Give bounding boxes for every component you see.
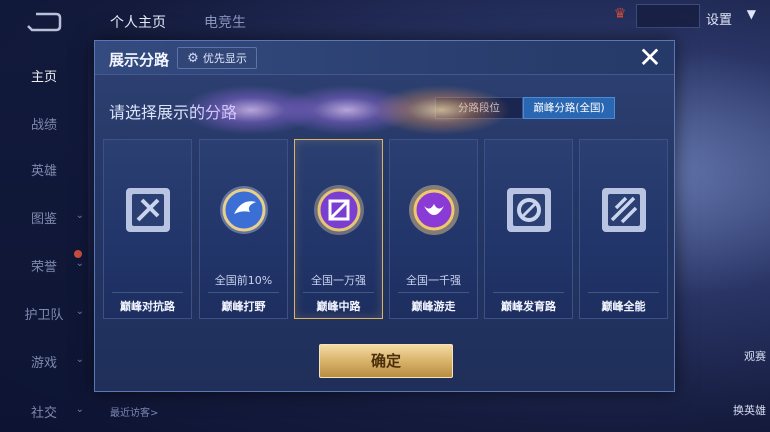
badge-glow bbox=[277, 85, 417, 135]
sidebar-item-games[interactable]: 游戏 ⌄ bbox=[0, 352, 88, 371]
lane-card-all-round[interactable]: 巅峰全能 bbox=[579, 139, 668, 319]
dialog-header: 展示分路 ⚙ 优先显示 ✕ bbox=[95, 41, 674, 75]
lane-card-label: 巅峰发育路 bbox=[501, 300, 556, 313]
settings-button[interactable]: 设置 bbox=[706, 9, 732, 28]
dialog-subtitle: 请选择展示的分路 bbox=[109, 103, 238, 122]
change-hero-button[interactable]: 换英雄 bbox=[733, 402, 766, 418]
sidebar-item-home[interactable]: 主页 bbox=[0, 66, 88, 85]
lane-card-label: 巅峰全能 bbox=[601, 300, 646, 313]
dialog-title: 展示分路 bbox=[109, 51, 170, 69]
sidebar-item-heroes[interactable]: 英雄 bbox=[0, 160, 88, 179]
rank-emblem-icon: ♛ bbox=[613, 6, 627, 22]
chevron-down-icon: ⌄ bbox=[75, 306, 84, 317]
divider bbox=[588, 292, 659, 293]
priority-display-button[interactable]: ⚙ 优先显示 bbox=[177, 47, 257, 69]
currency-box bbox=[636, 4, 700, 28]
lane-card-farm[interactable]: 巅峰发育路 bbox=[484, 139, 573, 319]
chevron-down-icon: ⌄ bbox=[75, 258, 84, 269]
divider bbox=[493, 292, 564, 293]
lane-card-mid[interactable]: 全国一万强 巅峰中路 bbox=[294, 139, 383, 319]
lane-card-rank-text: 全国前10% bbox=[214, 274, 273, 287]
divider bbox=[112, 292, 183, 293]
recent-visitors-link[interactable]: 最近访客> bbox=[110, 404, 158, 419]
sidebar-item-social[interactable]: 社交 ⌄ bbox=[0, 402, 88, 421]
lane-display-dialog: 展示分路 ⚙ 优先显示 ✕ 请选择展示的分路 分路段位 巅峰分路(全国) 巅峰对… bbox=[94, 40, 675, 392]
segment-lane-rank[interactable]: 分路段位 bbox=[435, 97, 523, 119]
sidebar: 主页 战绩 英雄 图鉴 ⌄ 荣誉 ⌄ 护卫队 ⌄ 游戏 ⌄ 社交 ⌄ bbox=[0, 0, 88, 432]
lane-card-rank-text: 全国一千强 bbox=[406, 274, 461, 287]
sidebar-item-guard[interactable]: 护卫队 ⌄ bbox=[0, 304, 88, 323]
priority-display-label: 优先显示 bbox=[202, 52, 247, 65]
tab-esports[interactable]: 电竞生 bbox=[204, 12, 246, 32]
chevron-down-icon: ⌄ bbox=[75, 354, 84, 365]
notification-dot bbox=[74, 250, 82, 258]
sidebar-item-honor[interactable]: 荣誉 ⌄ bbox=[0, 250, 88, 275]
divider bbox=[303, 292, 374, 293]
all-round-icon bbox=[602, 188, 646, 232]
clash-lane-icon bbox=[126, 188, 170, 232]
divider bbox=[398, 292, 469, 293]
lane-card-label: 巅峰中路 bbox=[316, 300, 361, 313]
mid-lane-badge-icon bbox=[314, 185, 364, 235]
lane-card-label: 巅峰游走 bbox=[411, 300, 456, 313]
lane-card-label: 巅峰对抗路 bbox=[120, 300, 175, 313]
divider bbox=[208, 292, 279, 293]
lane-card-rank-text: 全国一万强 bbox=[311, 274, 366, 287]
lane-card-label: 巅峰打野 bbox=[221, 300, 266, 313]
tab-profile[interactable]: 个人主页 bbox=[110, 12, 166, 32]
back-icon[interactable] bbox=[26, 12, 62, 32]
jungle-badge-icon bbox=[220, 186, 268, 234]
lane-card-jungle[interactable]: 全国前10% 巅峰打野 bbox=[199, 139, 288, 319]
sidebar-item-codex[interactable]: 图鉴 ⌄ bbox=[0, 208, 88, 227]
chevron-down-icon: ⌄ bbox=[75, 404, 84, 415]
spectate-button[interactable]: 观赛 bbox=[744, 348, 766, 364]
segment-peak-lane-national[interactable]: 巅峰分路(全国) bbox=[523, 97, 615, 119]
lane-card-clash[interactable]: 巅峰对抗路 bbox=[103, 139, 192, 319]
sidebar-item-records[interactable]: 战绩 bbox=[0, 114, 88, 133]
gear-icon: ⚙ bbox=[187, 50, 199, 66]
roam-badge-icon bbox=[409, 185, 459, 235]
dropdown-arrow-icon[interactable]: ▼ bbox=[747, 7, 756, 21]
farm-lane-icon bbox=[507, 188, 551, 232]
confirm-button[interactable]: 确定 bbox=[319, 344, 453, 378]
chevron-down-icon: ⌄ bbox=[75, 210, 84, 221]
close-button[interactable]: ✕ bbox=[635, 44, 665, 73]
lane-card-roam[interactable]: 全国一千强 巅峰游走 bbox=[389, 139, 478, 319]
